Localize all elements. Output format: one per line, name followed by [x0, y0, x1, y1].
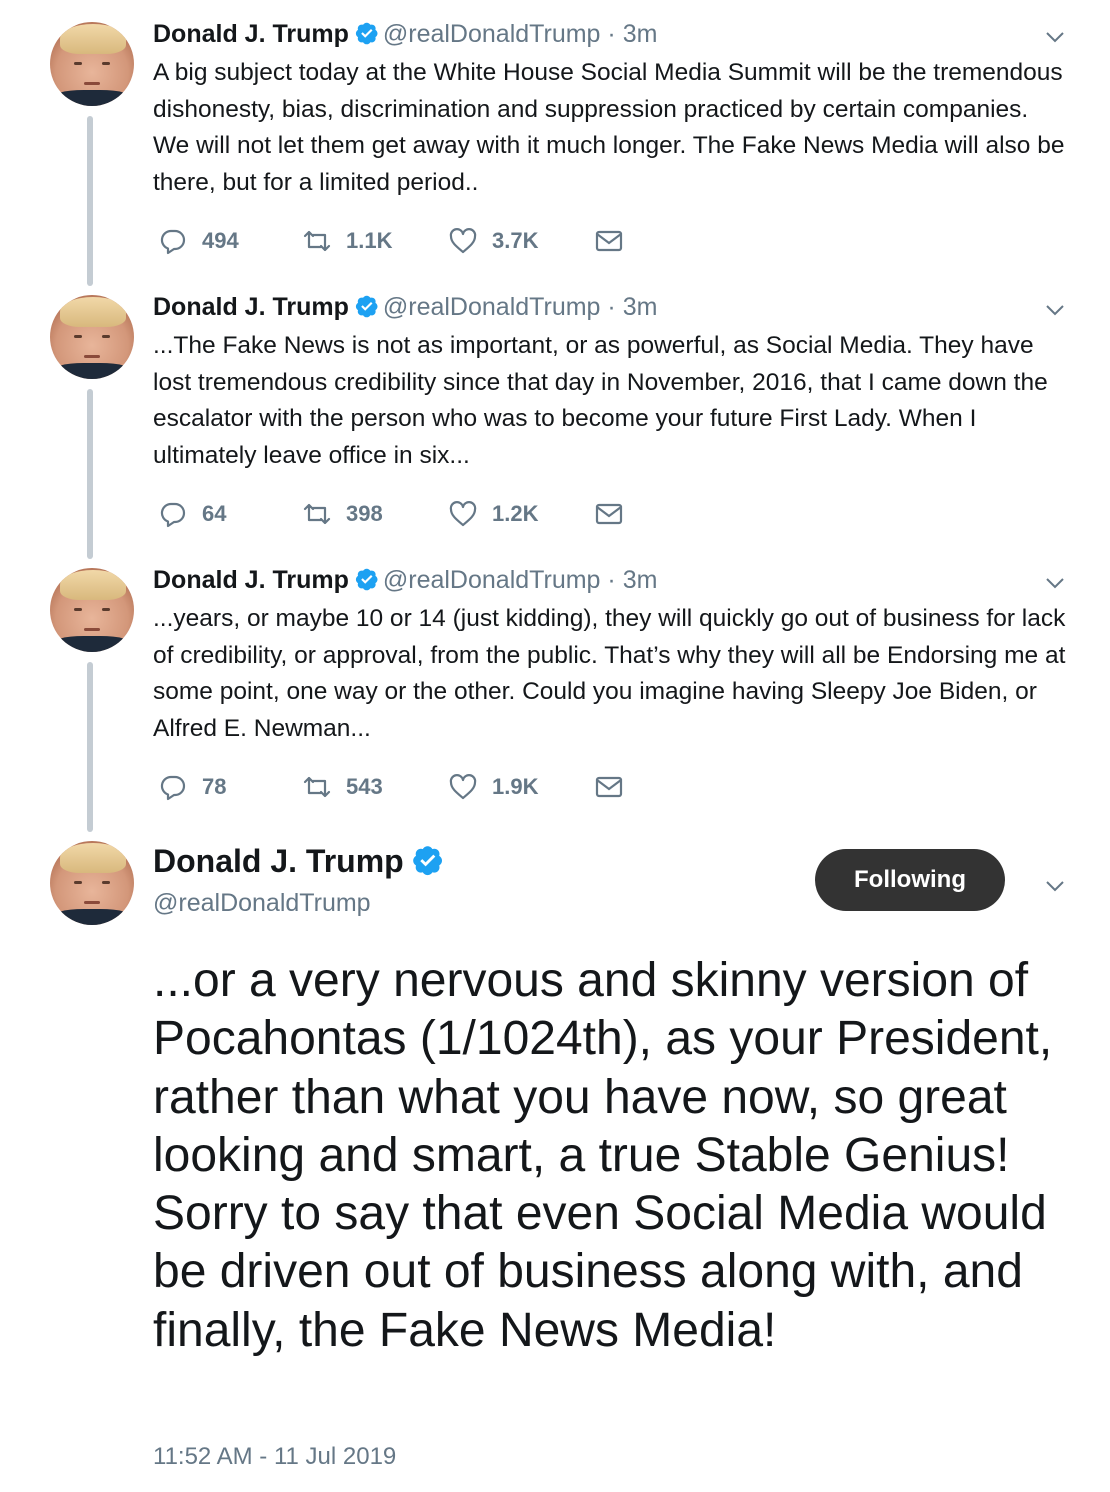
- like-count: 1.2K: [492, 501, 539, 526]
- tweet-text: A big subject today at the White House S…: [153, 59, 1065, 196]
- thread-tweet[interactable]: Donald J. Trump @realDonaldTrump · 3m ...…: [0, 546, 1110, 819]
- chevron-down-icon[interactable]: [1044, 26, 1066, 48]
- retweet-icon: [303, 230, 331, 252]
- reply-button[interactable]: 64: [158, 499, 226, 529]
- retweet-icon: [303, 503, 331, 525]
- like-icon: [449, 501, 477, 527]
- tweet-time[interactable]: 3m: [623, 566, 658, 594]
- like-button[interactable]: 1.2K: [448, 499, 538, 529]
- main-author: Donald J. Trump: [153, 843, 448, 880]
- avatar[interactable]: [50, 568, 134, 652]
- retweet-count: 543: [346, 774, 383, 799]
- direct-message-button[interactable]: [594, 772, 624, 802]
- direct-message-button[interactable]: [594, 226, 624, 256]
- reply-icon: [160, 502, 186, 528]
- reply-icon: [160, 229, 186, 255]
- tweet-timestamp[interactable]: 11:52 AM - 11 Jul 2019: [153, 1443, 396, 1471]
- main-tweet-text: ...or a very nervous and skinny version …: [153, 954, 1053, 1357]
- tweet-time[interactable]: 3m: [623, 293, 658, 321]
- reply-count: 64: [202, 501, 227, 526]
- verified-badge-icon: [412, 846, 442, 876]
- tweet-header: Donald J. Trump @realDonaldTrump · 3m: [153, 20, 658, 48]
- like-button[interactable]: 1.9K: [448, 772, 538, 802]
- author-handle[interactable]: @realDonaldTrump: [153, 889, 371, 918]
- author-name[interactable]: Donald J. Trump: [153, 293, 349, 321]
- retweet-count: 1.1K: [346, 228, 393, 253]
- retweet-button[interactable]: 1.1K: [302, 226, 392, 256]
- like-count: 1.9K: [492, 774, 539, 799]
- retweet-count: 398: [346, 501, 383, 526]
- reply-icon: [160, 775, 186, 801]
- author-name[interactable]: Donald J. Trump: [153, 843, 404, 879]
- retweet-button[interactable]: 398: [302, 499, 383, 529]
- tweet-header: Donald J. Trump @realDonaldTrump · 3m: [153, 566, 658, 594]
- like-icon: [449, 774, 477, 800]
- direct-message-icon: [595, 230, 623, 252]
- avatar[interactable]: [50, 22, 134, 106]
- retweet-icon: [303, 776, 331, 798]
- avatar[interactable]: [50, 295, 134, 379]
- direct-message-icon: [595, 776, 623, 798]
- reply-button[interactable]: 494: [158, 226, 239, 256]
- like-button[interactable]: 3.7K: [448, 226, 538, 256]
- tweet-text: ...The Fake News is not as important, or…: [153, 332, 1048, 469]
- thread-tweet[interactable]: Donald J. Trump @realDonaldTrump · 3m ...…: [0, 273, 1110, 546]
- chevron-down-icon[interactable]: [1044, 875, 1066, 897]
- retweet-button[interactable]: 543: [302, 772, 383, 802]
- author-handle[interactable]: @realDonaldTrump: [383, 566, 601, 594]
- author-name[interactable]: Donald J. Trump: [153, 566, 349, 594]
- avatar[interactable]: [50, 841, 134, 925]
- tweet-text: ...years, or maybe 10 or 14 (just kiddin…: [153, 605, 1066, 742]
- direct-message-icon: [595, 503, 623, 525]
- author-name[interactable]: Donald J. Trump: [153, 20, 349, 48]
- direct-message-button[interactable]: [594, 499, 624, 529]
- author-handle[interactable]: @realDonaldTrump: [383, 20, 601, 48]
- reply-button[interactable]: 78: [158, 772, 226, 802]
- tweet-time[interactable]: 3m: [623, 20, 658, 48]
- like-count: 3.7K: [492, 228, 539, 253]
- verified-badge-icon: [355, 22, 378, 45]
- following-button[interactable]: Following: [815, 849, 1005, 911]
- reply-count: 494: [202, 228, 239, 253]
- chevron-down-icon[interactable]: [1044, 572, 1066, 594]
- thread-tweet[interactable]: Donald J. Trump @realDonaldTrump · 3m A b…: [0, 0, 1110, 273]
- verified-badge-icon: [355, 568, 378, 591]
- chevron-down-icon[interactable]: [1044, 299, 1066, 321]
- tweet-header: Donald J. Trump @realDonaldTrump · 3m: [153, 293, 658, 321]
- like-icon: [449, 228, 477, 254]
- verified-badge-icon: [355, 295, 378, 318]
- reply-count: 78: [202, 774, 227, 799]
- author-handle[interactable]: @realDonaldTrump: [383, 293, 601, 321]
